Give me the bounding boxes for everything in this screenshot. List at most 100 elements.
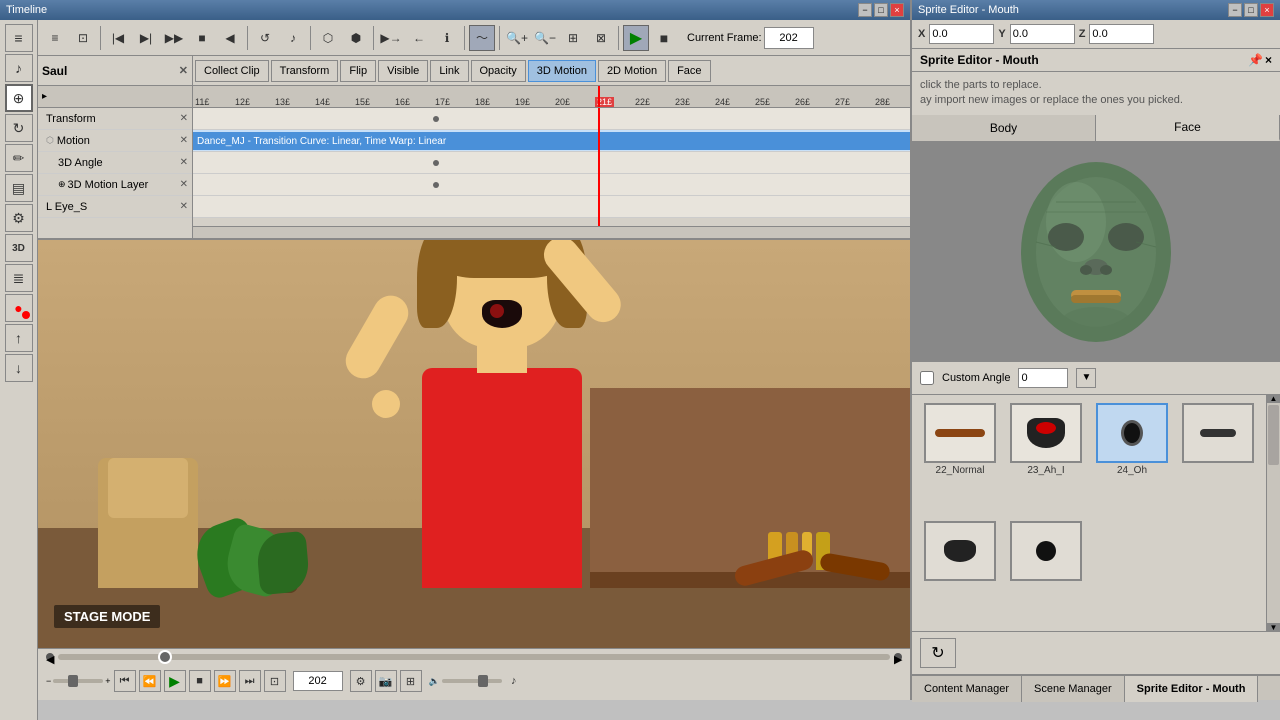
pb-settings-btn[interactable]: ⚙: [350, 670, 372, 692]
face-tab[interactable]: Face: [1096, 115, 1280, 141]
hamburger-btn[interactable]: ≡: [42, 25, 68, 51]
sprite-thumb-r2b[interactable]: [924, 521, 996, 581]
pb-end-btn[interactable]: ⊡: [264, 670, 286, 692]
zoom-fit-btn[interactable]: ⊞: [560, 25, 586, 51]
frame-back-btn[interactable]: ⊡: [70, 25, 96, 51]
key-btn[interactable]: ⬡: [315, 25, 341, 51]
sidebar-motion-icon[interactable]: ⊕: [5, 84, 33, 112]
custom-angle-dropdown[interactable]: ▼: [1076, 368, 1096, 388]
transform-btn[interactable]: Transform: [271, 60, 339, 82]
sprite-thumb-24oh[interactable]: [1096, 403, 1168, 463]
y-input[interactable]: [1010, 24, 1075, 44]
minimize-btn[interactable]: −: [858, 3, 872, 17]
sprite-editor-close[interactable]: ×: [1265, 53, 1272, 67]
step-fwd-btn[interactable]: ▶|: [133, 25, 159, 51]
timeline-scrollbar[interactable]: [193, 226, 910, 238]
sprite-item-r2a[interactable]: [1178, 403, 1258, 516]
sprite-grid-scrollbar[interactable]: ▲ ▼: [1266, 395, 1280, 631]
track-close-transform[interactable]: ✕: [180, 113, 188, 124]
loop-btn[interactable]: ↺: [252, 25, 278, 51]
scroll-down-btn[interactable]: ▼: [1267, 623, 1280, 631]
refresh-btn[interactable]: ↻: [920, 638, 956, 668]
sprite-editor-mouth-tab[interactable]: Sprite Editor - Mouth: [1125, 676, 1259, 702]
stop-btn[interactable]: ■: [189, 25, 215, 51]
track-close-leye[interactable]: ✕: [180, 201, 188, 212]
sprite-item-r2c[interactable]: [1006, 521, 1086, 623]
opacity-btn[interactable]: Opacity: [471, 60, 526, 82]
track-close-3dangle[interactable]: ✕: [180, 157, 188, 168]
custom-angle-checkbox[interactable]: [920, 371, 934, 385]
scene-manager-tab[interactable]: Scene Manager: [1022, 676, 1125, 702]
speed-slider-thumb[interactable]: [68, 675, 78, 687]
flip-btn[interactable]: Flip: [340, 60, 376, 82]
rp-minimize[interactable]: −: [1228, 3, 1242, 17]
fast-fwd-btn[interactable]: ▶▶: [161, 25, 187, 51]
pb-back-btn[interactable]: ⏪: [139, 670, 161, 692]
track-close-3dmotion[interactable]: ✕: [180, 179, 188, 190]
scroll-up-btn[interactable]: ▲: [1267, 395, 1280, 403]
sidebar-edit-icon[interactable]: ✏: [5, 144, 33, 172]
link-btn[interactable]: Link: [430, 60, 468, 82]
record-btn[interactable]: ◀: [217, 25, 243, 51]
sprite-thumb-r2c[interactable]: [1010, 521, 1082, 581]
pb-stop-btn[interactable]: ■: [189, 670, 211, 692]
pb-fwd-btn[interactable]: ⏩: [214, 670, 236, 692]
volume-thumb[interactable]: [478, 675, 488, 687]
sprite-item-r2b[interactable]: [920, 521, 1000, 623]
sidebar-layers-icon[interactable]: ▤: [5, 174, 33, 202]
speed-slider-track[interactable]: [53, 679, 103, 683]
sprite-item-22normal[interactable]: 22_Normal: [920, 403, 1000, 516]
body-tab[interactable]: Body: [912, 115, 1096, 141]
3d-motion-btn[interactable]: 3D Motion: [528, 60, 596, 82]
scrubber-track[interactable]: [58, 654, 890, 660]
maximize-btn[interactable]: □: [874, 3, 888, 17]
fit-btn[interactable]: ⊠: [588, 25, 614, 51]
sidebar-settings-icon[interactable]: ⚙: [5, 204, 33, 232]
z-input[interactable]: [1089, 24, 1154, 44]
scrubber-thumb[interactable]: [158, 650, 172, 664]
volume-slider[interactable]: [442, 679, 502, 683]
scrubber-left-arrow[interactable]: ◀: [46, 653, 54, 661]
zoom-in-btn[interactable]: 🔍+: [504, 25, 530, 51]
visible-btn[interactable]: Visible: [378, 60, 428, 82]
pb-step-fwd-btn[interactable]: ⏭: [239, 670, 261, 692]
custom-angle-input[interactable]: [1018, 368, 1068, 388]
audio-btn[interactable]: ♪: [280, 25, 306, 51]
info-btn[interactable]: ℹ: [434, 25, 460, 51]
wave-btn[interactable]: 〜: [469, 25, 495, 51]
sprite-thumb-r2a[interactable]: [1182, 403, 1254, 463]
close-btn[interactable]: ×: [890, 3, 904, 17]
track-close-motion[interactable]: ✕: [180, 135, 188, 146]
sidebar-up-icon[interactable]: ↑: [5, 324, 33, 352]
arrow-right-btn[interactable]: ▶→: [378, 25, 404, 51]
2d-motion-btn[interactable]: 2D Motion: [598, 60, 666, 82]
sprite-thumb-23ahi[interactable]: [1010, 403, 1082, 463]
arrow-left-btn[interactable]: ←: [406, 25, 432, 51]
face-btn[interactable]: Face: [668, 60, 710, 82]
sidebar-menu-icon[interactable]: ≡: [5, 24, 33, 52]
zoom-out-btn[interactable]: 🔍−: [532, 25, 558, 51]
sprite-editor-pin[interactable]: 📌: [1248, 53, 1263, 67]
sidebar-music-icon[interactable]: ♪: [5, 54, 33, 82]
sprite-item-23ahi[interactable]: 23_Ah_I: [1006, 403, 1086, 516]
x-input[interactable]: [929, 24, 994, 44]
pb-play-btn[interactable]: ▶: [164, 670, 186, 692]
rp-maximize[interactable]: □: [1244, 3, 1258, 17]
sidebar-3d-icon[interactable]: 3D: [5, 234, 33, 262]
pb-camera-btn[interactable]: 📷: [375, 670, 397, 692]
sprite-item-24oh[interactable]: 24_Oh: [1092, 403, 1172, 516]
content-manager-tab[interactable]: Content Manager: [912, 676, 1022, 702]
sidebar-record-icon[interactable]: ●: [5, 294, 33, 322]
sidebar-list-icon[interactable]: ≣: [5, 264, 33, 292]
rp-close[interactable]: ×: [1260, 3, 1274, 17]
pb-grid-btn[interactable]: ⊞: [400, 670, 422, 692]
sprite-thumb-22normal[interactable]: [924, 403, 996, 463]
frame-input[interactable]: [764, 27, 814, 49]
collect-clip-btn[interactable]: Collect Clip: [195, 60, 269, 82]
step-back-btn[interactable]: |◀: [105, 25, 131, 51]
play-btn[interactable]: ▶: [623, 25, 649, 51]
scrubber-right-arrow[interactable]: ▶: [894, 653, 902, 661]
char-close-btn[interactable]: ✕: [179, 64, 188, 77]
stop2-btn[interactable]: ■: [651, 25, 677, 51]
scroll-thumb[interactable]: [1268, 405, 1279, 465]
